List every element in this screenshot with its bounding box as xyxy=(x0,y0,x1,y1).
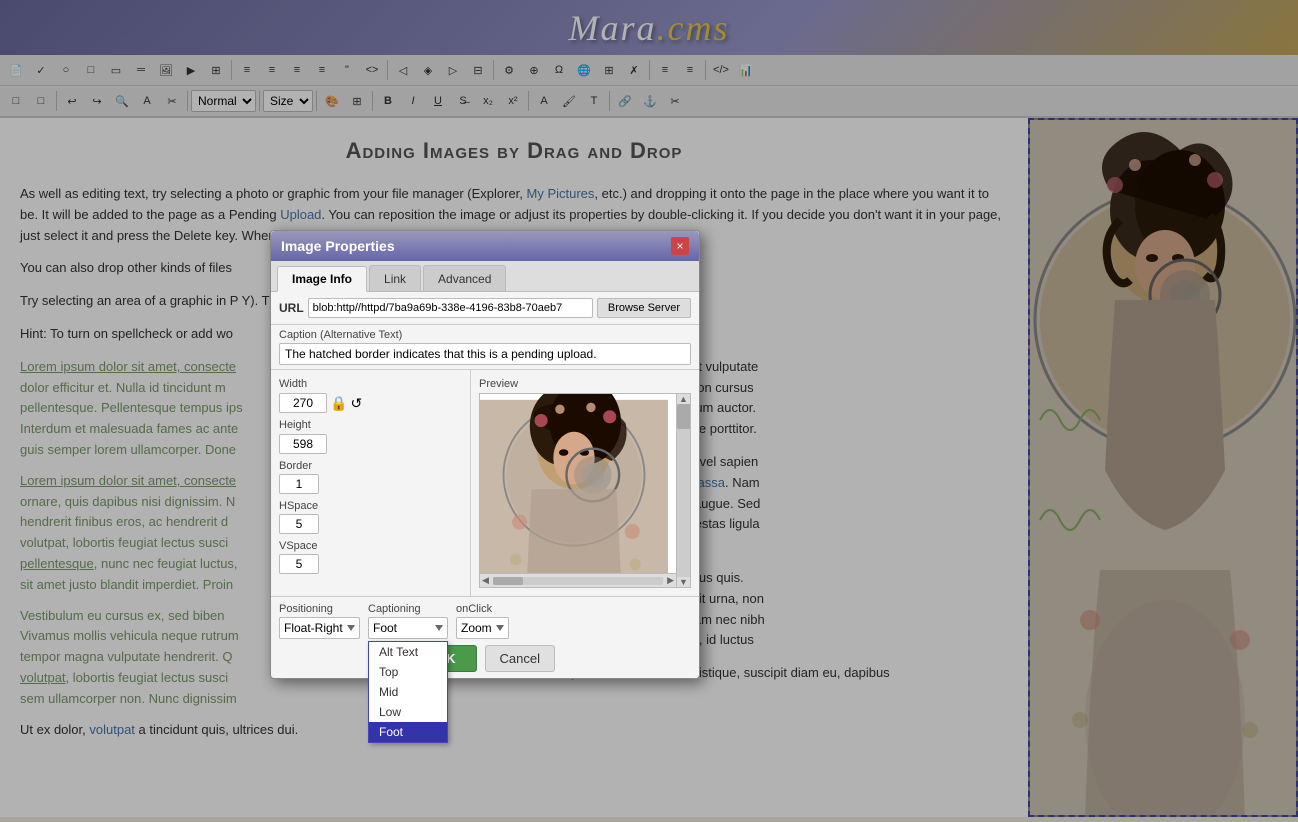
positioning-select[interactable]: Float-Right Float-Left None xyxy=(279,617,360,639)
positioning-label: Positioning xyxy=(279,603,360,615)
preview-panel: Preview xyxy=(471,370,699,596)
captioning-group: Captioning Alt Text Top Mid Low Foot Alt… xyxy=(368,603,448,639)
preview-label: Preview xyxy=(479,378,691,390)
onclick-group: onClick Zoom None Link xyxy=(456,603,509,639)
vspace-group: VSpace xyxy=(279,540,462,574)
height-label: Height xyxy=(279,419,462,431)
url-label: URL xyxy=(279,301,304,315)
dialog-body: Width 🔒 ↺ Height Border H xyxy=(271,370,699,596)
onclick-select[interactable]: Zoom None Link xyxy=(456,617,509,639)
scroll-thumb xyxy=(677,404,691,429)
image-properties-dialog: Image Properties × Image Info Link Advan… xyxy=(270,230,700,679)
preview-area: ▲ ▼ ◀ ▶ xyxy=(479,393,691,588)
option-foot[interactable]: Foot xyxy=(369,722,447,742)
option-top[interactable]: Top xyxy=(369,662,447,682)
left-form-panel: Width 🔒 ↺ Height Border H xyxy=(271,370,471,596)
scroll-track xyxy=(677,404,690,577)
option-mid[interactable]: Mid xyxy=(369,682,447,702)
captioning-dropdown[interactable]: Alt Text Top Mid Low Foot xyxy=(368,641,448,743)
positioning-group: Positioning Float-Right Float-Left None xyxy=(279,603,360,639)
caption-input[interactable] xyxy=(279,343,691,365)
hscroll-track xyxy=(493,577,663,585)
hspace-group: HSpace xyxy=(279,500,462,534)
caption-label: Caption (Alternative Text) xyxy=(279,329,691,341)
captioning-label: Captioning xyxy=(368,603,448,615)
tab-image-info[interactable]: Image Info xyxy=(277,266,367,292)
preview-scrollbar[interactable]: ▲ ▼ xyxy=(676,394,690,587)
lock-icon[interactable]: 🔒 xyxy=(330,395,347,412)
preview-image xyxy=(480,394,668,588)
vspace-input[interactable] xyxy=(279,554,319,574)
option-low[interactable]: Low xyxy=(369,702,447,722)
preview-hscrollbar[interactable]: ◀ ▶ xyxy=(480,573,676,587)
pos-cap-row: Positioning Float-Right Float-Left None … xyxy=(279,603,691,639)
captioning-select[interactable]: Alt Text Top Mid Low Foot xyxy=(368,617,448,639)
caption-row: Caption (Alternative Text) xyxy=(271,325,699,370)
refresh-icon[interactable]: ↺ xyxy=(350,395,362,412)
hspace-label: HSpace xyxy=(279,500,462,512)
width-row: 🔒 ↺ xyxy=(279,393,462,413)
tab-advanced[interactable]: Advanced xyxy=(423,265,506,291)
dialog-titlebar: Image Properties × xyxy=(271,231,699,261)
height-input[interactable] xyxy=(279,434,327,454)
dialog-close-button[interactable]: × xyxy=(671,237,689,255)
scroll-up[interactable]: ▲ xyxy=(677,394,690,404)
tab-link[interactable]: Link xyxy=(369,265,421,291)
border-input[interactable] xyxy=(279,474,319,494)
dialog-title: Image Properties xyxy=(281,238,395,254)
cancel-button[interactable]: Cancel xyxy=(485,645,555,672)
captioning-select-wrapper: Alt Text Top Mid Low Foot xyxy=(368,617,448,639)
width-label: Width xyxy=(279,378,462,390)
border-label: Border xyxy=(279,460,462,472)
vspace-label: VSpace xyxy=(279,540,462,552)
browse-server-button[interactable]: Browse Server xyxy=(597,298,691,318)
width-group: Width 🔒 ↺ xyxy=(279,378,462,413)
hscroll-left[interactable]: ◀ xyxy=(480,575,491,586)
bottom-controls: Positioning Float-Right Float-Left None … xyxy=(271,596,699,678)
hspace-input[interactable] xyxy=(279,514,319,534)
scroll-down[interactable]: ▼ xyxy=(677,577,690,587)
hscroll-thumb xyxy=(493,577,523,585)
option-alt-text[interactable]: Alt Text xyxy=(369,642,447,662)
height-row xyxy=(279,434,462,454)
height-group: Height xyxy=(279,419,462,454)
url-row: URL Browse Server xyxy=(271,292,699,325)
ok-cancel-row: OK Cancel xyxy=(279,645,691,672)
onclick-label: onClick xyxy=(456,603,509,615)
url-input[interactable] xyxy=(308,298,593,318)
width-input[interactable] xyxy=(279,393,327,413)
hscroll-right[interactable]: ▶ xyxy=(665,575,676,586)
border-group: Border xyxy=(279,460,462,494)
dialog-tabs: Image Info Link Advanced xyxy=(271,261,699,292)
